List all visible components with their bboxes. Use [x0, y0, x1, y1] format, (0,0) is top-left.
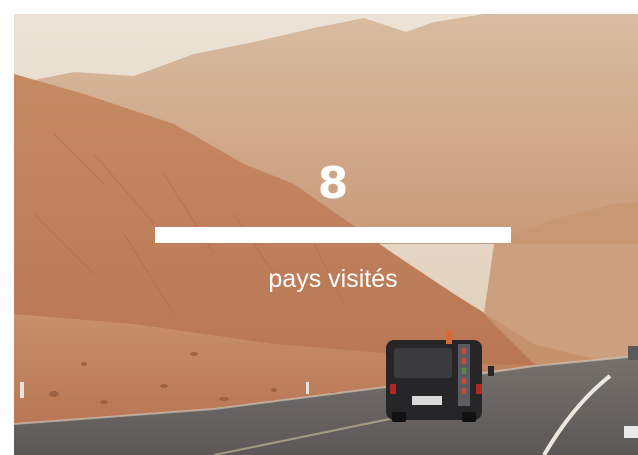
stat-label: pays visités: [268, 265, 398, 293]
stat-value: 8: [317, 158, 349, 209]
stat-divider: [155, 227, 511, 243]
stat-tile: 8 pays visités: [14, 14, 638, 455]
van-illustration: [386, 330, 494, 422]
